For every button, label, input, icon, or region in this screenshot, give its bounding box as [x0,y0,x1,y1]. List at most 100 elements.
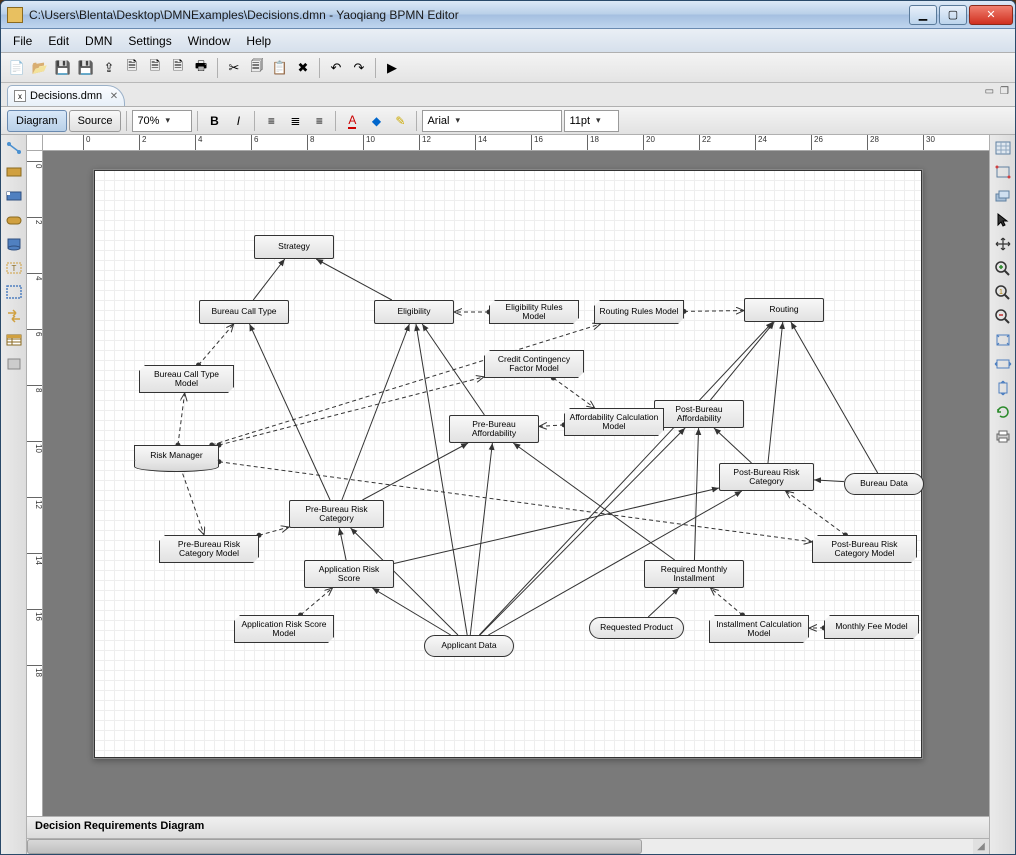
edge-reqMonthly-postBureauAff[interactable] [694,428,698,560]
horizontal-scrollbar[interactable]: ◢ [27,838,989,854]
node-postBureauRiskModel[interactable]: Post-Bureau Risk Category Model [812,535,917,563]
edge-applicantData-eligibility[interactable] [416,324,467,635]
new-button[interactable]: 📄 [7,58,27,78]
italic-button[interactable]: I [227,110,249,132]
align-right-button[interactable]: ≡ [308,110,330,132]
palette-layers-button[interactable] [993,187,1013,205]
node-requestedProduct[interactable]: Requested Product [589,617,684,639]
palette-text-button[interactable]: T [4,259,24,277]
save-button[interactable]: 💾 [53,58,73,78]
palette-fit-page-button[interactable] [993,331,1013,349]
edge-preBureauRiskModel-preBureauRisk[interactable] [259,527,289,535]
diagram-page[interactable]: Strategy Bureau Call Type Eligibility Routi… [93,169,923,759]
node-preBureauRisk[interactable]: Pre-Bureau Risk Category [289,500,384,528]
edge-bctModel-bureauCallType[interactable] [199,324,234,365]
edge-riskManager-preBureauRiskModel[interactable] [180,467,204,535]
edge-applicantData-preBureauAff[interactable] [470,443,492,635]
node-routingRulesModel[interactable]: Routing Rules Model [594,300,684,324]
palette-fit-height-button[interactable] [993,379,1013,397]
palette-decision-button[interactable] [4,163,24,181]
paste-file-button[interactable]: 🗎 [145,58,165,78]
open-button[interactable]: 📂 [30,58,50,78]
close-button[interactable]: ✕ [969,5,1013,25]
cut-button[interactable]: ✂ [224,58,244,78]
edge-riskManager-routingRulesModel[interactable] [212,324,601,445]
node-eligibility[interactable]: Eligibility [374,300,454,324]
resize-grip-icon[interactable]: ◢ [973,839,989,854]
palette-table-button[interactable] [4,331,24,349]
palette-other-button[interactable] [4,355,24,373]
scrollbar-thumb[interactable] [27,839,642,854]
node-bureauData[interactable]: Bureau Data [844,473,924,495]
align-left-button[interactable]: ≡ [260,110,282,132]
palette-ksource-button[interactable] [4,235,24,253]
redo-button[interactable]: ↷ [349,58,369,78]
menu-file[interactable]: File [5,31,40,51]
node-affCalcModel[interactable]: Affordability Calculation Model [564,408,664,436]
palette-grid-button[interactable] [993,139,1013,157]
node-preBureauAff[interactable]: Pre-Bureau Affordability [449,415,539,443]
canvas[interactable]: Strategy Bureau Call Type Eligibility Routi… [43,151,989,816]
titlebar[interactable]: C:\Users\Blenta\Desktop\DMNExamples\Deci… [1,1,1015,29]
edge-preBureauAff-eligibility[interactable] [422,324,484,415]
node-eligRulesModel[interactable]: Eligibility Rules Model [489,300,579,324]
edge-appRiskScoreModel-appRiskScore[interactable] [301,588,333,615]
node-appRiskScore[interactable]: Application Risk Score [304,560,394,588]
bold-button[interactable]: B [203,110,225,132]
edge-applicantData-postBureauAff[interactable] [480,428,685,635]
paste-button[interactable]: 📋 [270,58,290,78]
edge-creditContModel-affCalcModel[interactable] [553,378,594,408]
menu-settings[interactable]: Settings [120,31,179,51]
view-source-button[interactable]: Source [69,110,122,132]
edge-reqMonthly-preBureauAff[interactable] [513,443,674,560]
palette-swap-button[interactable] [4,307,24,325]
fill-color-button[interactable]: ◆ [365,110,387,132]
palette-group-button[interactable] [4,283,24,301]
palette-zoom-out-button[interactable] [993,307,1013,325]
palette-zoom-fit-button[interactable]: 1 [993,283,1013,301]
edge-preBureauRisk-eligibility[interactable] [342,324,410,500]
menu-edit[interactable]: Edit [40,31,77,51]
edge-routingRulesModel-routing[interactable] [684,311,744,312]
palette-print-view-button[interactable] [993,427,1013,445]
palette-zoom-in-button[interactable] [993,259,1013,277]
copy-file-button[interactable]: 🗎 [122,58,142,78]
edge-postBureauRisk-postBureauAff[interactable] [714,428,752,463]
palette-snap-button[interactable] [993,163,1013,181]
palette-connect-button[interactable] [4,139,24,157]
palette-pointer-button[interactable] [993,211,1013,229]
node-strategy[interactable]: Strategy [254,235,334,259]
palette-input-button[interactable] [4,211,24,229]
highlight-button[interactable]: ✎ [389,110,411,132]
print-button[interactable]: 🖶 [191,58,211,78]
palette-bkm-button[interactable] [4,187,24,205]
edge-bureauCallType-strategy[interactable] [253,259,285,300]
undo-button[interactable]: ↶ [326,58,346,78]
node-installCalcModel[interactable]: Installment Calculation Model [709,615,809,643]
edge-postBureauAff-routing[interactable] [710,322,774,400]
edge-preBureauRisk-bureauCallType[interactable] [249,324,330,500]
file-tab[interactable]: x Decisions.dmn ✕ [7,85,125,106]
node-bureauCallType[interactable]: Bureau Call Type [199,300,289,324]
edge-riskManager-bctModel[interactable] [178,393,185,445]
node-postBureauAff[interactable]: Post-Bureau Affordability [654,400,744,428]
node-applicantData[interactable]: Applicant Data [424,635,514,657]
font-size-combo[interactable]: 11pt [564,110,619,132]
duplicate-button[interactable]: 🗎 [168,58,188,78]
edge-eligibility-strategy[interactable] [316,259,392,300]
edge-appRiskScore-postBureauRisk[interactable] [394,488,719,564]
edge-bureauData-postBureauRisk[interactable] [814,480,844,482]
save-all-button[interactable]: 💾 [76,58,96,78]
minimize-button[interactable]: ▁ [909,5,937,25]
node-monthlyFeeModel[interactable]: Monthly Fee Model [824,615,919,639]
node-riskManager[interactable]: Risk Manager [134,445,219,467]
run-button[interactable]: ▶ [382,58,402,78]
copy-button[interactable]: 🗐 [247,58,267,78]
zoom-combo[interactable]: 70% [132,110,192,132]
node-appRiskScoreModel[interactable]: Application Risk Score Model [234,615,334,643]
edge-requestedProduct-reqMonthly[interactable] [648,588,679,617]
palette-refresh-button[interactable] [993,403,1013,421]
minimize-editor-icon[interactable]: ▭ [985,86,994,97]
palette-pan-button[interactable] [993,235,1013,253]
palette-fit-width-button[interactable] [993,355,1013,373]
